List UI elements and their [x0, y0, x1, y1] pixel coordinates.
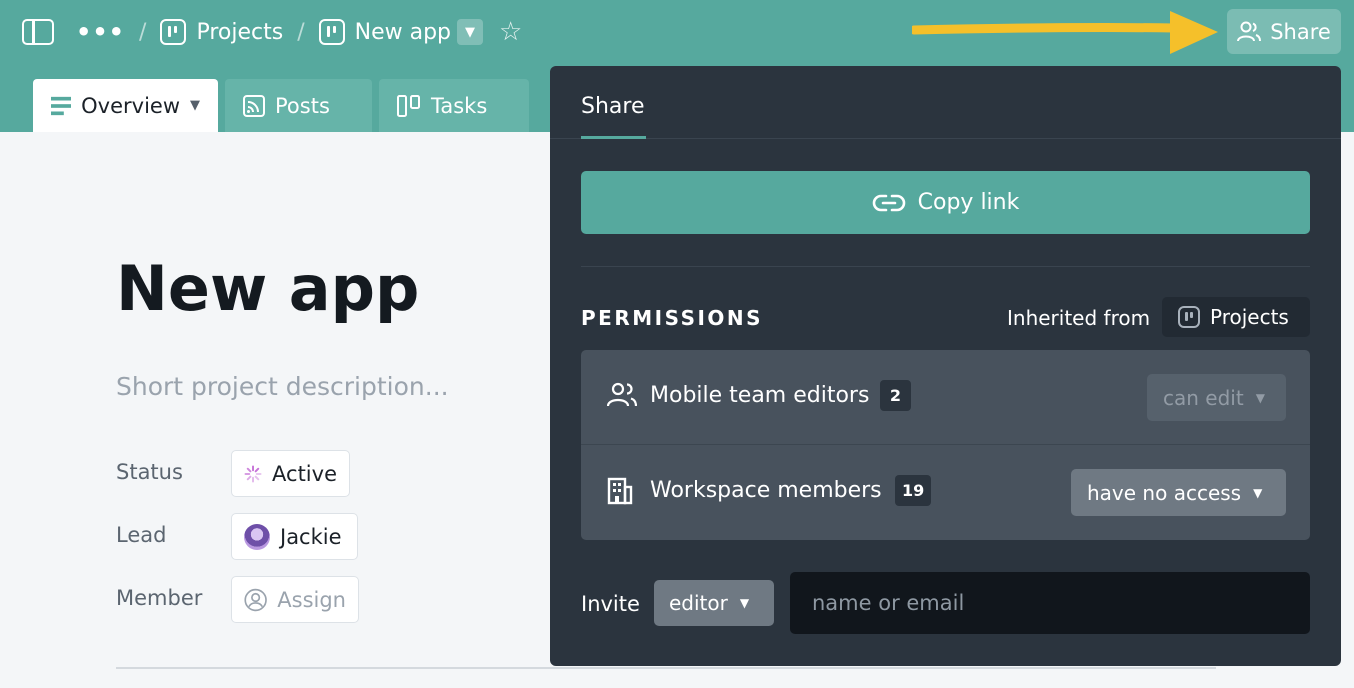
chevron-down-icon[interactable]: ▼: [457, 19, 483, 45]
breadcrumb-separator: /: [139, 19, 147, 45]
project-icon: [160, 19, 187, 45]
tab-share[interactable]: Share: [581, 94, 645, 119]
assign-member-chip[interactable]: Assign: [231, 576, 359, 623]
spinner-icon: [244, 465, 262, 482]
panel-divider: [550, 138, 1341, 139]
property-label-status: Status: [116, 460, 183, 484]
user-circle-icon: [244, 588, 267, 611]
inherited-source-chip[interactable]: Projects: [1162, 297, 1310, 337]
share-button-label: Share: [1270, 19, 1331, 44]
users-icon: [607, 382, 637, 407]
users-icon: [1237, 21, 1262, 41]
invite-role-select[interactable]: editor ▼: [654, 580, 774, 626]
tab-posts[interactable]: Posts: [225, 79, 372, 132]
tab-bar: Overview ▼ Posts Tasks: [33, 79, 529, 132]
breadcrumb-item-projects[interactable]: Projects: [160, 19, 283, 45]
copy-link-button[interactable]: Copy link: [581, 171, 1310, 234]
tab-label: Overview: [81, 93, 180, 118]
chevron-down-icon: ▼: [1255, 390, 1265, 405]
breadcrumb-label: New app: [354, 19, 451, 45]
permissions-heading: PERMISSIONS: [581, 306, 764, 330]
inherited-from-label: Inherited from: [1007, 306, 1151, 330]
annotation-arrow: [912, 11, 1218, 54]
chevron-down-icon: ▼: [190, 98, 200, 113]
breadcrumb-item-new-app[interactable]: New app: [318, 19, 451, 45]
access-select-workspace-members[interactable]: have no access ▼: [1071, 469, 1286, 516]
chevron-down-icon: ▼: [1253, 485, 1263, 500]
access-select-label: can edit: [1163, 385, 1244, 410]
invite-input[interactable]: [790, 572, 1310, 634]
building-icon: [607, 477, 633, 505]
tab-label: Posts: [275, 93, 330, 118]
breadcrumb-separator: /: [297, 19, 305, 45]
member-count-badge: 19: [895, 475, 932, 506]
lead-value: Jackie: [280, 524, 342, 549]
more-icon[interactable]: •••: [76, 18, 125, 46]
feed-icon: [243, 94, 265, 117]
invite-label: Invite: [581, 592, 640, 616]
permissions-list: Mobile team editors 2 can edit ▼ Workspa…: [581, 350, 1310, 540]
star-icon[interactable]: ☆: [499, 17, 522, 47]
copy-link-label: Copy link: [917, 190, 1020, 215]
content-divider: [116, 667, 1216, 669]
share-popover: Share Copy link PERMISSIONS Inherited fr…: [550, 66, 1341, 666]
chevron-down-icon: ▼: [739, 596, 750, 610]
sidebar-toggle-icon[interactable]: [22, 19, 54, 45]
tab-tasks[interactable]: Tasks: [379, 79, 529, 132]
avatar: [244, 523, 270, 550]
share-button[interactable]: Share: [1227, 9, 1341, 54]
project-icon: [318, 19, 345, 45]
lead-chip[interactable]: Jackie: [231, 513, 358, 560]
active-tab-indicator: [581, 136, 646, 139]
member-count-badge: 2: [880, 380, 911, 411]
tab-label: Tasks: [431, 93, 488, 118]
member-value: Assign: [277, 587, 346, 612]
access-select-mobile-team[interactable]: can edit ▼: [1147, 374, 1286, 421]
invite-role-label: editor: [669, 591, 728, 615]
status-value: Active: [272, 461, 337, 486]
board-icon: [397, 94, 420, 117]
inherited-source-label: Projects: [1210, 305, 1289, 329]
access-select-label: have no access: [1087, 480, 1242, 505]
breadcrumb-label: Projects: [196, 19, 284, 45]
breadcrumb: ••• / Projects / New app ▼ ☆: [22, 14, 522, 50]
page-title[interactable]: New app: [116, 252, 419, 325]
permission-name: Workspace members: [650, 478, 882, 503]
property-label-lead: Lead: [116, 523, 167, 547]
link-icon: [872, 194, 905, 211]
tab-overview[interactable]: Overview ▼: [33, 79, 218, 132]
permission-row-workspace-members: Workspace members 19 have no access ▼: [581, 445, 1310, 540]
panel-divider: [581, 266, 1310, 267]
permission-row-mobile-team: Mobile team editors 2 can edit ▼: [581, 350, 1310, 445]
project-icon: [1178, 306, 1200, 328]
property-label-member: Member: [116, 586, 203, 610]
permission-name: Mobile team editors: [650, 383, 870, 408]
description-placeholder[interactable]: Short project description...: [116, 372, 449, 401]
document-icon: [51, 96, 72, 115]
status-chip[interactable]: Active: [231, 450, 350, 497]
